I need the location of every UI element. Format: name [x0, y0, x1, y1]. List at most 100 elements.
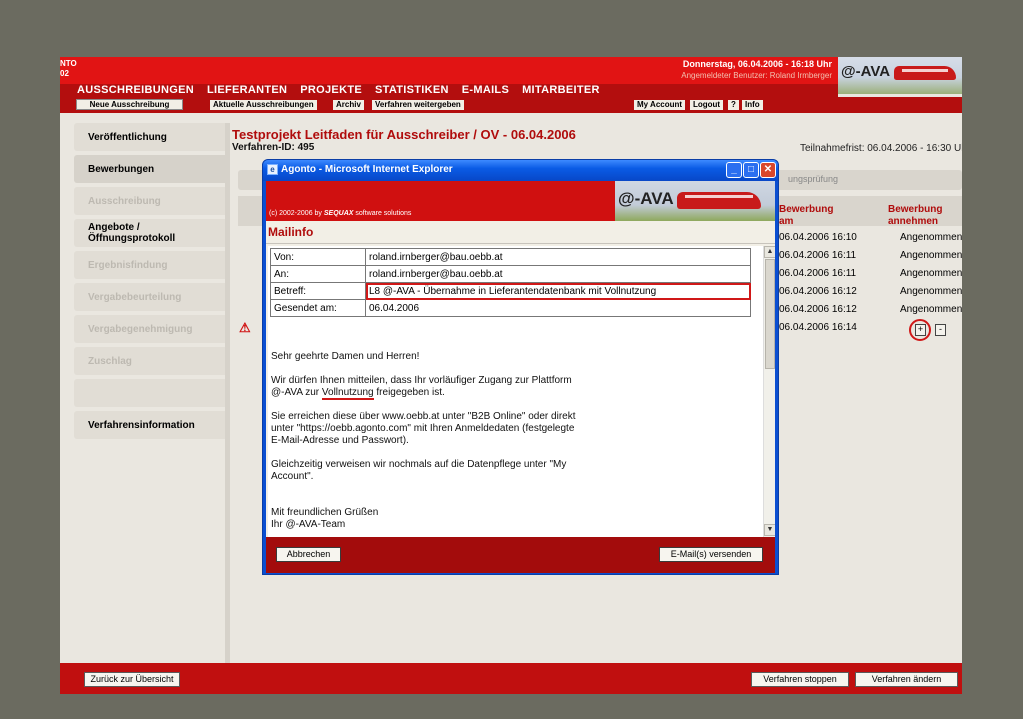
table-caption: ungsprüfung	[788, 174, 839, 184]
main-nav: AUSSCHREIBUNGEN LIEFERANTEN PROJEKTE STA…	[60, 84, 838, 97]
row-date: 06.04.2006 16:10	[779, 232, 857, 243]
current-tenders-link[interactable]: Aktuelle Ausschreibungen	[210, 100, 317, 110]
to-value: roland.irnberger@bau.oebb.at	[365, 265, 751, 283]
sidebar-item-empty	[74, 379, 225, 407]
archive-link[interactable]: Archiv	[333, 100, 364, 110]
back-to-overview-button[interactable]: Zurück zur Übersicht	[84, 672, 180, 687]
accept-plus-button[interactable]: +	[915, 324, 926, 336]
nav-projekte[interactable]: PROJEKTE	[300, 84, 362, 97]
send-email-button[interactable]: E-Mail(s) versenden	[659, 547, 763, 562]
row-status: Angenommen	[900, 232, 962, 243]
row-date: 06.04.2006 16:11	[779, 250, 857, 261]
popup-titlebar[interactable]: e Agonto - Microsoft Internet Explorer _…	[263, 160, 778, 181]
mail-p3-line2: Account".	[271, 471, 314, 482]
divider	[266, 243, 775, 244]
mail-closing: Mit freundlichen Grüßen Ihr @-AVA-Team	[271, 507, 731, 531]
forward-procedure-link[interactable]: Verfahren weitergeben	[372, 100, 464, 110]
popup-body: (c) 2002-2006 by SEQUAX software solutio…	[266, 181, 775, 573]
sidebar-item-label: Vergabebeurteilung	[88, 291, 182, 303]
row-status: Angenommen	[900, 304, 962, 315]
copyright: (c) 2002-2006 by SEQUAX software solutio…	[269, 210, 411, 217]
col-header-date-line2: am	[779, 216, 794, 227]
row-date: 06.04.2006 16:11	[779, 268, 857, 279]
from-value: roland.irnberger@bau.oebb.at	[365, 248, 751, 266]
train-icon	[894, 66, 956, 80]
subject-label: Betreff:	[270, 282, 366, 300]
mail-header-table: Von: roland.irnberger@bau.oebb.at An: ro…	[270, 248, 751, 317]
reject-minus-button[interactable]: -	[935, 324, 946, 336]
row-status: Angenommen	[900, 250, 962, 261]
sidebar-item-angebote[interactable]: Angebote / Öffnungsprotokoll	[74, 219, 225, 247]
logo-text: @-AVA	[841, 63, 891, 80]
nav-lieferanten[interactable]: LIEFERANTEN	[207, 84, 287, 97]
sidebar-item-label: Ergebnisfindung	[88, 259, 168, 271]
nav-emails[interactable]: E-MAILS	[462, 84, 509, 97]
sent-value: 06.04.2006	[365, 299, 751, 317]
nav-ausschreibungen[interactable]: AUSSCHREIBUNGEN	[77, 84, 194, 97]
my-account-link[interactable]: My Account	[634, 100, 686, 110]
mail-greeting: Sehr geehrte Damen und Herren!	[271, 351, 420, 362]
scroll-down-icon[interactable]: ▼	[764, 524, 775, 536]
mail-content: Von: roland.irnberger@bau.oebb.at An: ro…	[268, 246, 763, 537]
sidebar-item-vergabegenehmigung: Vergabegenehmigung	[74, 315, 225, 343]
scroll-up-icon[interactable]: ▲	[764, 246, 775, 258]
stop-procedure-button[interactable]: Verfahren stoppen	[751, 672, 849, 687]
sidebar-item-veroeffentlichung[interactable]: Veröffentlichung	[74, 123, 225, 151]
scroll-thumb[interactable]	[765, 259, 775, 369]
row-status: Angenommen	[900, 268, 962, 279]
sidebar-item-zuschlag: Zuschlag	[74, 347, 225, 375]
sidebar-item-label: Verfahrensinformation	[88, 419, 195, 431]
help-link[interactable]: ?	[728, 100, 739, 110]
sidebar-item-ausschreibung: Ausschreibung	[74, 187, 225, 215]
mail-p2-line2: unter "https://oebb.agonto.com" mit Ihre…	[271, 423, 575, 434]
copyright-brand: SEQUAX	[323, 210, 354, 217]
change-procedure-button[interactable]: Verfahren ändern	[855, 672, 958, 687]
cancel-button[interactable]: Abbrechen	[276, 547, 341, 562]
mail-scrollbar[interactable]: ▲ ▼	[763, 246, 775, 537]
logout-link[interactable]: Logout	[690, 100, 724, 110]
mail-p3-line1: Gleichzeitig verweisen wir nochmals auf …	[271, 459, 567, 470]
sidebar-item-vergabebeurteilung: Vergabebeurteilung	[74, 283, 225, 311]
subject-value: L8 @-AVA - Übernahme in Lieferantendaten…	[365, 282, 751, 300]
nav-mitarbeiter[interactable]: MITARBEITER	[522, 84, 600, 97]
sidebar-divider	[225, 123, 230, 663]
sidebar-item-label: Bewerbungen	[88, 163, 155, 175]
table-row: Gesendet am: 06.04.2006	[270, 299, 751, 317]
ava-logo: @-AVA	[838, 57, 962, 94]
sidebar-item-label-line2: Öffnungsprotokoll	[88, 233, 176, 244]
corner-line-2: 02	[60, 69, 69, 78]
col-header-date-line1: Bewerbung	[779, 204, 834, 215]
sent-label: Gesendet am:	[270, 299, 366, 317]
table-row: Von: roland.irnberger@bau.oebb.at	[270, 248, 751, 266]
to-label: An:	[270, 265, 366, 283]
minimize-button[interactable]: _	[726, 162, 742, 178]
mail-closing-line1: Mit freundlichen Grüßen	[271, 507, 379, 518]
nav-statistiken[interactable]: STATISTIKEN	[375, 84, 449, 97]
popup-banner: (c) 2002-2006 by SEQUAX software solutio…	[266, 181, 775, 221]
mail-body: Sehr geehrte Damen und Herren! Wir dürfe…	[271, 351, 731, 537]
ie-icon: e	[267, 164, 278, 175]
sidebar-item-bewerbungen[interactable]: Bewerbungen	[74, 155, 225, 183]
info-link[interactable]: Info	[742, 100, 763, 110]
mail-p2-line1: Sie erreichen diese über www.oebb.at unt…	[271, 411, 576, 422]
mail-closing-line2: Ihr @-AVA-Team	[271, 519, 346, 530]
sidebar-item-label: Angebote / Öffnungsprotokoll	[88, 222, 175, 244]
sidebar-item-label: Zuschlag	[88, 355, 132, 367]
mail-p2-line3: E-Mail-Adresse und Passwort).	[271, 435, 409, 446]
mail-p1-line2a: @-AVA zur	[271, 387, 322, 398]
sidebar: Veröffentlichung Bewerbungen Ausschreibu…	[74, 123, 225, 443]
mail-paragraph-1: Wir dürfen Ihnen mitteilen, dass Ihr vor…	[271, 375, 731, 400]
close-button[interactable]: ✕	[760, 162, 776, 178]
maximize-button[interactable]: □	[743, 162, 759, 178]
mail-paragraph-3: Gleichzeitig verweisen wir nochmals auf …	[271, 459, 731, 483]
col-header-accept: Bewerbung annehmen	[888, 204, 942, 228]
popup-window: e Agonto - Microsoft Internet Explorer _…	[262, 159, 779, 575]
sub-nav: Neue Ausschreibung Aktuelle Ausschreibun…	[60, 97, 962, 113]
procedure-id: Verfahren-ID: 495	[232, 142, 315, 153]
logged-in-user: Angemeldeter Benutzer: Roland Irmberger	[681, 71, 832, 80]
new-tender-button[interactable]: Neue Ausschreibung	[76, 99, 183, 110]
sidebar-item-verfahrensinformation[interactable]: Verfahrensinformation	[74, 411, 225, 439]
popup-title: Agonto - Microsoft Internet Explorer	[281, 164, 453, 175]
top-header: NTO 02 Donnerstag, 06.04.2006 - 16:18 Uh…	[60, 57, 962, 84]
